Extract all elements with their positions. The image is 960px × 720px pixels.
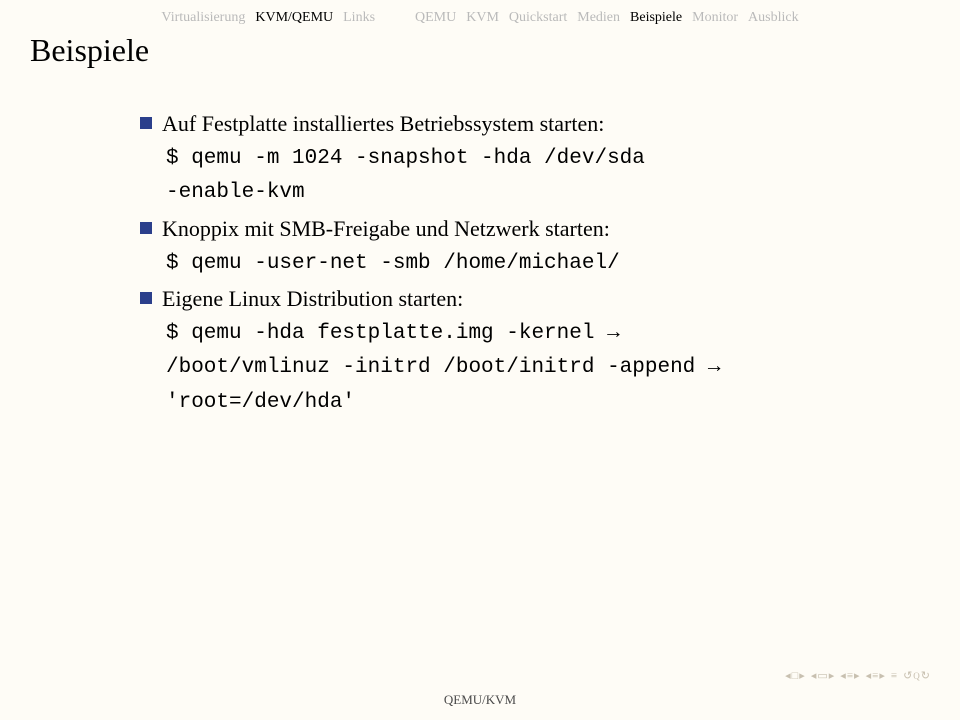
footer: QEMU/KVM <box>0 692 960 708</box>
item-text: Auf Festplatte installiertes Betriebssys… <box>162 111 604 136</box>
nav-medien[interactable]: Medien <box>577 10 620 26</box>
nav-group-right: QEMU KVM Quickstart Medien Beispiele Mon… <box>415 10 799 26</box>
content: Auf Festplatte installiertes Betriebssys… <box>140 108 900 422</box>
list-item: Knoppix mit SMB-Freigabe und Netzwerk st… <box>140 213 900 245</box>
nav-quickstart[interactable]: Quickstart <box>509 10 567 26</box>
item-text: Knoppix mit SMB-Freigabe und Netzwerk st… <box>162 216 610 241</box>
code-line: $ qemu -m 1024 -snapshot -hda /dev/sda <box>166 144 900 174</box>
bullet-icon <box>140 222 152 234</box>
bullet-icon <box>140 117 152 129</box>
nav-kvm-qemu[interactable]: KVM/QEMU <box>255 10 333 26</box>
nav-beispiele[interactable]: Beispiele <box>630 10 682 26</box>
first-slide-button[interactable]: ◂□▸ <box>785 669 805 682</box>
code-line: /boot/vmlinuz -initrd /boot/initrd -appe… <box>166 353 900 383</box>
code-line: -enable-kvm <box>166 178 900 208</box>
nav-virtualisierung[interactable]: Virtualisierung <box>161 10 245 26</box>
item-text: Eigene Linux Distribution starten: <box>162 286 463 311</box>
breadcrumb-nav: Virtualisierung KVM/QEMU Links QEMU KVM … <box>0 10 960 26</box>
prev-section-button[interactable]: ◂▭▸ <box>811 669 834 682</box>
nav-kvm[interactable]: KVM <box>466 10 499 26</box>
code-line: $ qemu -hda festplatte.img -kernel → <box>166 319 900 349</box>
code-line: $ qemu -user-net -smb /home/michael/ <box>166 249 900 279</box>
nav-ausblick[interactable]: Ausblick <box>748 10 799 26</box>
outline-icon[interactable]: ≡ <box>891 670 897 682</box>
nav-controls: ◂□▸ ◂▭▸ ◂≡▸ ◂≡▸ ≡ ↺Q↻ <box>785 669 930 682</box>
bullet-icon <box>140 292 152 304</box>
nav-links[interactable]: Links <box>343 10 375 26</box>
nav-group-left: Virtualisierung KVM/QEMU Links <box>161 10 375 26</box>
list-item: Auf Festplatte installiertes Betriebssys… <box>140 108 900 140</box>
prev-slide-button[interactable]: ◂≡▸ <box>840 669 859 682</box>
undo-button[interactable]: ↺Q↻ <box>903 669 930 682</box>
list-item: Eigene Linux Distribution starten: <box>140 283 900 315</box>
nav-qemu[interactable]: QEMU <box>415 10 456 26</box>
code-line: 'root=/dev/hda' <box>166 388 900 418</box>
page-title: Beispiele <box>30 32 149 69</box>
nav-monitor[interactable]: Monitor <box>692 10 738 26</box>
next-slide-button[interactable]: ◂≡▸ <box>866 669 885 682</box>
